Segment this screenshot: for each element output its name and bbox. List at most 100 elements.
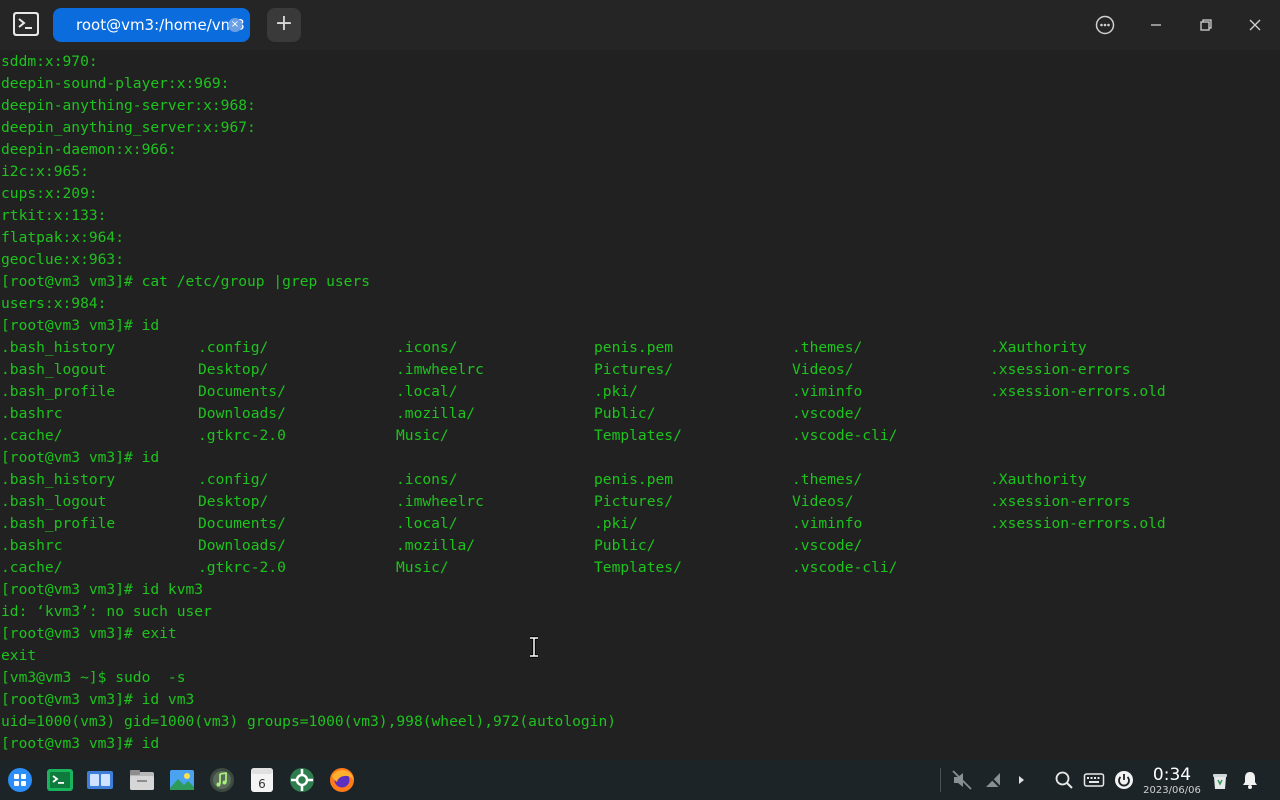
listing-cell: .icons/	[396, 471, 458, 488]
maximize-button[interactable]	[1191, 10, 1221, 40]
listing-cell: .mozilla/	[396, 537, 476, 554]
listing-cell: .Xauthority	[990, 471, 1087, 488]
listing-cell: .xsession-errors	[990, 493, 1131, 510]
power-icon	[1115, 771, 1133, 789]
listing-cell: Videos/	[792, 493, 854, 510]
tray-expand-button[interactable]	[1011, 769, 1033, 791]
tray-separator	[940, 768, 941, 792]
listing-cell: penis.pem	[594, 339, 674, 356]
listing-cell: .bash_history	[1, 471, 116, 488]
listing-cell: .imwheelrc	[396, 493, 484, 510]
close-icon	[1249, 19, 1261, 31]
terminal-line: [root@vm3 vm3]# id vm3	[1, 691, 195, 708]
terminal-app-icon[interactable]	[12, 11, 40, 37]
listing-cell: .Xauthority	[990, 339, 1087, 356]
terminal-line: users:x:984:	[1, 295, 107, 312]
listing-cell: .themes/	[792, 339, 863, 356]
listing-cell: Downloads/	[198, 405, 286, 422]
terminal-line: cups:x:209:	[1, 185, 98, 202]
listing-cell: penis.pem	[594, 471, 674, 488]
calendar-icon: 6	[251, 768, 273, 792]
menu-button[interactable]	[1090, 10, 1120, 40]
tray-power-button[interactable]	[1113, 769, 1135, 791]
listing-cell: .bash_logout	[1, 493, 107, 510]
image-viewer-icon	[170, 770, 194, 790]
terminal-line: flatpak:x:964:	[1, 229, 125, 246]
clock-date[interactable]: 2023/06/06	[1140, 785, 1204, 797]
chevron-right-icon	[1019, 776, 1024, 784]
listing-cell: .vscode/	[792, 537, 863, 554]
add-tab-button[interactable]: +	[267, 8, 301, 42]
listing-cell: .viminfo	[792, 383, 863, 400]
taskbar-music-button[interactable]	[208, 766, 236, 794]
listing-cell: .imwheelrc	[396, 361, 484, 378]
minimize-icon	[1151, 24, 1161, 26]
listing-cell: .bashrc	[1, 537, 63, 554]
music-icon	[210, 768, 234, 792]
terminal-line: [vm3@vm3 ~]$ sudo -s	[1, 669, 186, 686]
listing-cell: .bash_logout	[1, 361, 107, 378]
terminal-output[interactable]: sddm:x:970: deepin-sound-player:x:969: d…	[0, 50, 1280, 760]
terminal-line: uid=1000(vm3) gid=1000(vm3) groups=1000(…	[1, 713, 617, 730]
terminal-line: [root@vm3 vm3]# id	[1, 317, 160, 334]
listing-cell: Downloads/	[198, 537, 286, 554]
listing-cell: Documents/	[198, 515, 286, 532]
listing-cell: Public/	[594, 405, 656, 422]
tray-keyboard-button[interactable]	[1083, 769, 1105, 791]
listing-cell: .mozilla/	[396, 405, 476, 422]
tray-search-button[interactable]	[1053, 769, 1075, 791]
listing-cell: Music/	[396, 559, 449, 576]
terminal-line: rtkit:x:133:	[1, 207, 107, 224]
taskbar: 6 0:34 2023/06/06	[0, 760, 1280, 800]
listing-cell: .vscode/	[792, 405, 863, 422]
terminal-line: [root@vm3 vm3]# cat /etc/group |grep use…	[1, 273, 371, 290]
listing-cell: Pictures/	[594, 493, 674, 510]
title-bar: root@vm3:/home/vm3 × +	[0, 0, 1280, 50]
taskbar-firefox-button[interactable]	[328, 766, 356, 794]
listing-cell: .config/	[198, 339, 269, 356]
listing-cell: .gtkrc-2.0	[198, 427, 286, 444]
terminal-line: geoclue:x:963:	[1, 251, 125, 268]
close-button[interactable]	[1240, 10, 1270, 40]
listing-cell: .gtkrc-2.0	[198, 559, 286, 576]
trash-icon	[1213, 774, 1227, 789]
listing-cell: .cache/	[1, 427, 63, 444]
listing-cell: .vscode-cli/	[792, 559, 898, 576]
terminal-line: [root@vm3 vm3]# id	[1, 735, 160, 752]
tray-notification-button[interactable]	[1239, 769, 1261, 791]
terminal-line: [root@vm3 vm3]# exit	[1, 625, 177, 642]
listing-cell: .bashrc	[1, 405, 63, 422]
taskbar-terminal-button[interactable]	[46, 766, 74, 794]
listing-cell: Public/	[594, 537, 656, 554]
listing-cell: .xsession-errors.old	[990, 383, 1166, 400]
terminal-line: deepin-sound-player:x:969:	[1, 75, 230, 92]
taskbar-file-manager-button[interactable]	[128, 766, 156, 794]
listing-cell: .local/	[396, 515, 458, 532]
listing-cell: .xsession-errors.old	[990, 515, 1166, 532]
launcher-button[interactable]	[6, 766, 34, 794]
tab-close-icon[interactable]: ×	[228, 18, 242, 32]
listing-cell: .local/	[396, 383, 458, 400]
listing-cell: Desktop/	[198, 361, 269, 378]
tray-volume-button[interactable]	[951, 769, 973, 791]
text-cursor-icon	[528, 636, 540, 658]
listing-cell: .xsession-errors	[990, 361, 1131, 378]
tray-network-button[interactable]	[982, 769, 1004, 791]
listing-cell: .cache/	[1, 559, 63, 576]
listing-cell: Videos/	[792, 361, 854, 378]
taskbar-image-viewer-button[interactable]	[168, 766, 196, 794]
taskbar-calendar-button[interactable]: 6	[248, 766, 276, 794]
listing-cell: .pki/	[594, 515, 638, 532]
tray-trash-button[interactable]	[1209, 769, 1231, 791]
clock-time[interactable]: 0:34	[1146, 765, 1198, 785]
minimize-button[interactable]	[1141, 10, 1171, 40]
taskbar-multitask-button[interactable]	[86, 766, 114, 794]
terminal-line: deepin-anything-server:x:968:	[1, 97, 256, 114]
listing-cell: Templates/	[594, 427, 682, 444]
launcher-icon	[8, 768, 32, 792]
multitask-view-icon	[87, 771, 113, 789]
listing-cell: .pki/	[594, 383, 638, 400]
file-manager-icon	[130, 770, 154, 790]
tab-terminal-session[interactable]: root@vm3:/home/vm3 ×	[53, 8, 250, 42]
taskbar-settings-button[interactable]	[288, 766, 316, 794]
